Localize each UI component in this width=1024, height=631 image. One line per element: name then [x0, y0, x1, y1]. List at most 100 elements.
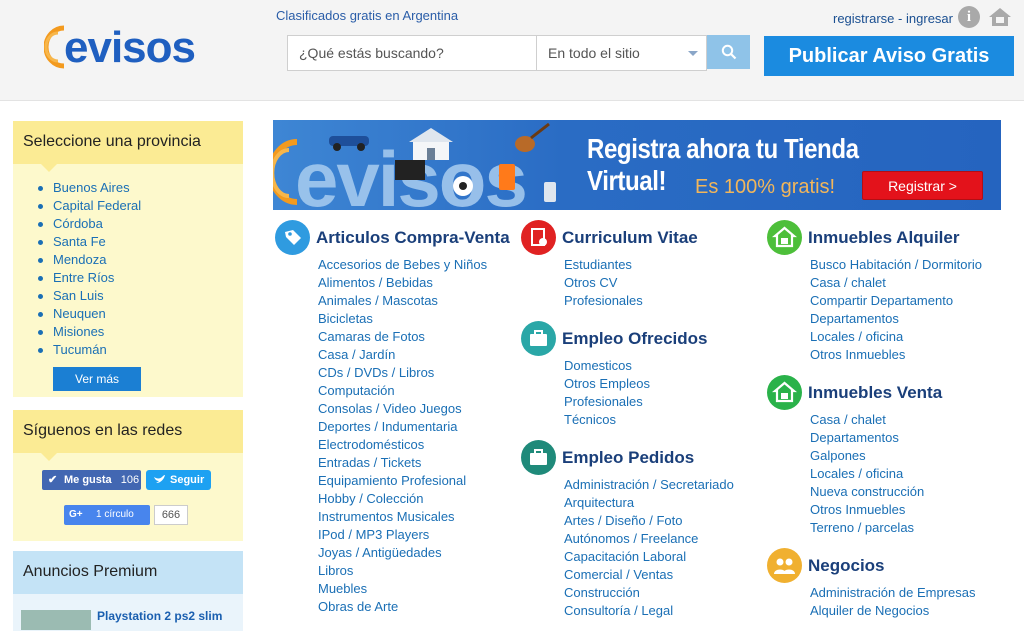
banner-register-button[interactable]: Registrar >: [862, 171, 983, 200]
category-link[interactable]: Galpones: [810, 448, 924, 466]
category-link-list: Administración de Empresas Alquiler de N…: [810, 585, 975, 621]
category-link[interactable]: Bicicletas: [318, 311, 487, 329]
province-item[interactable]: Tucumán: [38, 342, 243, 360]
info-icon[interactable]: i: [958, 6, 980, 28]
category-title[interactable]: Inmuebles Alquiler: [808, 228, 959, 248]
category-link[interactable]: Artes / Diseño / Foto: [564, 513, 734, 531]
category-link[interactable]: Animales / Mascotas: [318, 293, 487, 311]
category-title[interactable]: Empleo Ofrecidos: [562, 329, 707, 349]
social-box-header: Síguenos en las redes: [13, 410, 243, 461]
province-item[interactable]: Santa Fe: [38, 234, 243, 252]
category-title[interactable]: Negocios: [808, 556, 885, 576]
category-link[interactable]: Busco Habitación / Dormitorio: [810, 257, 982, 275]
category-link[interactable]: Construcción: [564, 585, 734, 603]
province-item[interactable]: Neuquen: [38, 306, 243, 324]
category-link[interactable]: IPod / MP3 Players: [318, 527, 487, 545]
tag-icon: [275, 220, 310, 255]
category-link[interactable]: Otros Empleos: [564, 376, 650, 394]
search-button[interactable]: [707, 35, 750, 69]
category-link[interactable]: Equipamiento Profesional: [318, 473, 487, 491]
facebook-like-button[interactable]: ✔ Me gusta 106: [42, 470, 141, 490]
search-scope-value: En todo el sitio: [548, 45, 640, 61]
category-link[interactable]: Consultoría / Legal: [564, 603, 734, 621]
check-icon: ✔: [48, 474, 58, 486]
category-link[interactable]: Obras de Arte: [318, 599, 487, 617]
category-link[interactable]: Electrodomésticos: [318, 437, 487, 455]
twitter-bird-icon: [153, 470, 166, 497]
category-link[interactable]: Instrumentos Musicales: [318, 509, 487, 527]
tv-image: [395, 160, 425, 180]
category-link[interactable]: Consolas / Video Juegos: [318, 401, 487, 419]
publish-ad-button[interactable]: Publicar Aviso Gratis: [764, 36, 1014, 76]
category-link[interactable]: Capacitación Laboral: [564, 549, 734, 567]
premium-item-thumbnail[interactable]: [21, 610, 91, 630]
category-link[interactable]: Deportes / Indumentaria: [318, 419, 487, 437]
category-link[interactable]: Camaras de Fotos: [318, 329, 487, 347]
evisos-logo[interactable]: evisos: [44, 18, 214, 72]
category-link[interactable]: Técnicos: [564, 412, 650, 430]
category-link[interactable]: Muebles: [318, 581, 487, 599]
category-link[interactable]: Accesorios de Bebes y Niños: [318, 257, 487, 275]
category-link[interactable]: Profesionales: [564, 293, 643, 311]
category-link[interactable]: Casa / Jardín: [318, 347, 487, 365]
category-link[interactable]: Arquitectura: [564, 495, 734, 513]
social-box: Síguenos en las redes ✔ Me gusta 106 Seg…: [13, 410, 243, 541]
login-link[interactable]: ingresar: [906, 11, 953, 26]
briefcase-icon: [521, 321, 556, 356]
category-title[interactable]: Inmuebles Venta: [808, 383, 942, 403]
province-item[interactable]: San Luis: [38, 288, 243, 306]
google-plus-button[interactable]: G+ 1 círculo: [64, 505, 150, 525]
category-link[interactable]: Comercial / Ventas: [564, 567, 734, 585]
category-link[interactable]: Libros: [318, 563, 487, 581]
category-link[interactable]: Casa / chalet: [810, 412, 924, 430]
province-item[interactable]: Entre Ríos: [38, 270, 243, 288]
category-link[interactable]: Alquiler de Negocios: [810, 603, 975, 621]
province-item[interactable]: Mendoza: [38, 252, 243, 270]
province-item[interactable]: Misiones: [38, 324, 243, 342]
briefcase-icon: [521, 440, 556, 475]
category-link[interactable]: Otros CV: [564, 275, 643, 293]
category-link[interactable]: Alimentos / Bebidas: [318, 275, 487, 293]
premium-box: Anuncios Premium Playstation 2 ps2 slim: [13, 551, 243, 631]
category-link[interactable]: Casa / chalet: [810, 275, 982, 293]
category-title[interactable]: Empleo Pedidos: [562, 448, 694, 468]
promo-banner[interactable]: evisos Registra ahora tu Tienda Virtual!…: [273, 120, 1001, 210]
category-link[interactable]: CDs / DVDs / Libros: [318, 365, 487, 383]
category-link[interactable]: Entradas / Tickets: [318, 455, 487, 473]
category-link[interactable]: Locales / oficina: [810, 329, 982, 347]
search-input[interactable]: [287, 35, 537, 71]
category-link[interactable]: Hobby / Colección: [318, 491, 487, 509]
category-link[interactable]: Otros Inmuebles: [810, 347, 982, 365]
category-link[interactable]: Profesionales: [564, 394, 650, 412]
category-link[interactable]: Joyas / Antigüedades: [318, 545, 487, 563]
facebook-like-label: Me gusta: [64, 474, 112, 486]
category-link[interactable]: Locales / oficina: [810, 466, 924, 484]
premium-item-title[interactable]: Playstation 2 ps2 slim: [97, 609, 222, 623]
category-link[interactable]: Autónomos / Freelance: [564, 531, 734, 549]
category-link[interactable]: Terreno / parcelas: [810, 520, 924, 538]
category-title[interactable]: Curriculum Vitae: [562, 228, 698, 248]
category-link[interactable]: Nueva construcción: [810, 484, 924, 502]
home-icon[interactable]: [988, 6, 1012, 28]
category-link[interactable]: Estudiantes: [564, 257, 643, 275]
register-link[interactable]: registrarse: [833, 11, 894, 26]
province-item[interactable]: Buenos Aires: [38, 180, 243, 198]
category-link[interactable]: Departamentos: [810, 430, 924, 448]
banner-logo-collage: evisos: [273, 122, 556, 210]
premium-box-title: Anuncios Premium: [23, 563, 158, 580]
category-link[interactable]: Computación: [318, 383, 487, 401]
category-link[interactable]: Compartir Departamento: [810, 293, 982, 311]
twitter-follow-label: Seguir: [170, 474, 205, 486]
province-item[interactable]: Capital Federal: [38, 198, 243, 216]
category-link[interactable]: Otros Inmuebles: [810, 502, 924, 520]
twitter-follow-button[interactable]: Seguir: [146, 470, 211, 490]
category-title[interactable]: Articulos Compra-Venta: [316, 228, 510, 248]
search-scope-select[interactable]: En todo el sitio: [537, 35, 707, 71]
province-item[interactable]: Córdoba: [38, 216, 243, 234]
category-link[interactable]: Departamentos: [810, 311, 982, 329]
category-link[interactable]: Administración de Empresas: [810, 585, 975, 603]
category-link[interactable]: Administración / Secretariado: [564, 477, 734, 495]
phone-image: [499, 164, 515, 190]
category-link[interactable]: Domesticos: [564, 358, 650, 376]
see-more-provinces-button[interactable]: Ver más: [53, 367, 141, 391]
